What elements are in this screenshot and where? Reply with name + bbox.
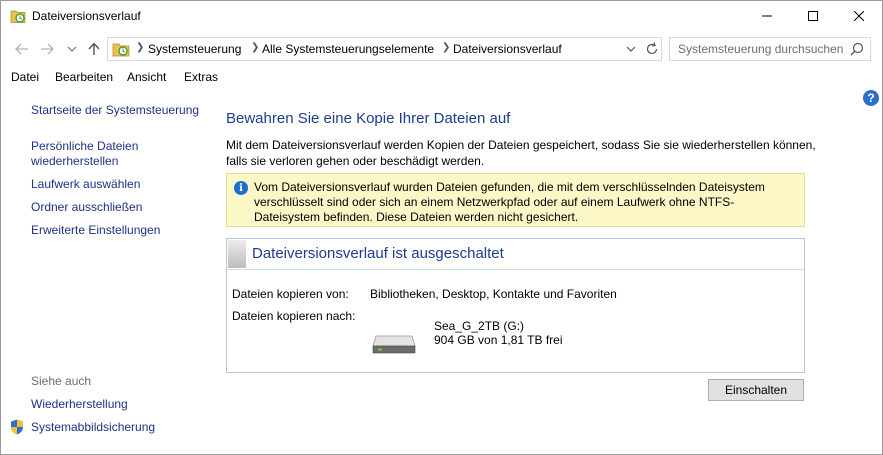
menu-datei[interactable]: Datei (11, 70, 39, 84)
address-bar[interactable]: ❯ Systemsteuerung ❯ Alle Systemsteuerung… (107, 37, 662, 61)
status-header: Dateiversionsverlauf ist ausgeschaltet (227, 239, 804, 270)
page-title: Bewahren Sie eine Kopie Ihrer Dateien au… (226, 110, 511, 127)
menu-extras[interactable]: Extras (184, 70, 218, 84)
maximize-icon (808, 11, 818, 21)
back-icon (15, 43, 28, 55)
sidebar-link-restore-files[interactable]: Persönliche Dateien (31, 138, 138, 154)
forward-icon (41, 43, 54, 55)
sidebar-link-advanced-settings[interactable]: Erweiterte Einstellungen (31, 222, 160, 238)
recent-icon (67, 46, 77, 52)
enable-button[interactable]: Einschalten (708, 379, 804, 401)
file-history-window: Dateiversionsverlauf ❯ Systemsteuerung ❯… (0, 0, 883, 455)
minimize-button[interactable] (744, 1, 790, 31)
info-icon: i (234, 181, 248, 195)
menu-bearbeiten[interactable]: Bearbeiten (55, 70, 113, 84)
maximize-button[interactable] (790, 1, 836, 31)
up-icon (88, 42, 100, 55)
breadcrumb-separator[interactable]: ❯ (442, 42, 450, 53)
breadcrumb-separator[interactable]: ❯ (136, 42, 144, 53)
title-bar[interactable]: Dateiversionsverlauf (1, 1, 882, 31)
forward-button[interactable] (40, 42, 54, 56)
search-placeholder[interactable]: Systemsteuerung durchsuchen (678, 42, 843, 56)
sidebar-link-exclude-folders[interactable]: Ordner ausschließen (31, 199, 142, 215)
status-indicator (228, 240, 246, 268)
see-also-link-system-image[interactable]: Systemabbildsicherung (31, 419, 155, 435)
drive-icon (372, 335, 416, 354)
navigation-bar: ❯ Systemsteuerung ❯ Alle Systemsteuerung… (1, 35, 882, 63)
status-panel: Dateiversionsverlauf ist ausgeschaltet D… (226, 238, 805, 373)
page-description: Mit dem Dateiversionsverlauf werden Kopi… (226, 138, 816, 168)
copy-to-label: Dateien kopieren nach: (232, 309, 356, 323)
help-icon[interactable]: ? (863, 90, 879, 106)
breadcrumb-separator[interactable]: ❯ (251, 42, 259, 53)
see-also-link-recovery[interactable]: Wiederherstellung (31, 396, 128, 412)
back-button[interactable] (15, 42, 29, 56)
close-button[interactable] (836, 1, 882, 31)
refresh-icon[interactable] (644, 41, 660, 57)
copy-from-label: Dateien kopieren von: (232, 287, 349, 301)
breadcrumb-item[interactable]: Dateiversionsverlauf (453, 42, 562, 56)
sidebar-link-restore-files-line2[interactable]: wiederherstellen (31, 153, 118, 169)
drive-name: Sea_G_2TB (G:) (434, 319, 525, 333)
menu-ansicht[interactable]: Ansicht (127, 70, 166, 84)
shield-icon (11, 419, 23, 435)
status-title: Dateiversionsverlauf ist ausgeschaltet (252, 245, 504, 262)
close-icon (854, 11, 864, 21)
up-button[interactable] (87, 42, 101, 56)
folder-icon (112, 43, 130, 57)
info-text: Vom Dateiversionsverlauf wurden Dateien … (254, 180, 765, 224)
copy-from-value: Bibliotheken, Desktop, Kontakte und Favo… (370, 287, 617, 301)
menu-bar: Datei Bearbeiten Ansicht Extras (1, 68, 882, 88)
breadcrumb-item[interactable]: Systemsteuerung (148, 42, 241, 56)
breadcrumb-item[interactable]: Alle Systemsteuerungselemente (262, 42, 434, 56)
window-title: Dateiversionsverlauf (32, 9, 141, 23)
info-banner: i Vom Dateiversionsverlauf wurden Dateie… (226, 173, 805, 227)
sidebar-link-control-panel-home[interactable]: Startseite der Systemsteuerung (31, 102, 199, 118)
see-also-label: Siehe auch (31, 374, 92, 388)
sidebar-link-select-drive[interactable]: Laufwerk auswählen (31, 176, 140, 192)
search-icon[interactable] (850, 42, 864, 56)
recent-locations-button[interactable] (65, 42, 79, 56)
drive-space: 904 GB von 1,81 TB frei (434, 333, 563, 347)
search-box[interactable]: Systemsteuerung durchsuchen (669, 37, 871, 61)
minimize-icon (762, 15, 772, 17)
dropdown-icon[interactable] (626, 43, 636, 55)
file-history-icon (10, 10, 26, 23)
